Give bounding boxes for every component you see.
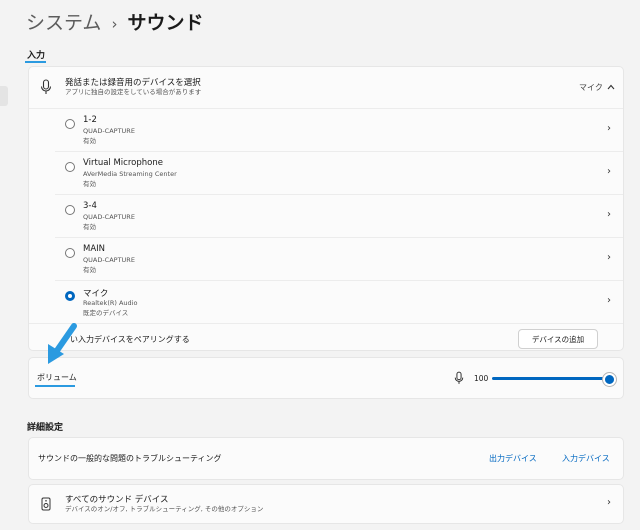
all-sound-devices-subtitle: デバイスのオン/オフ, トラブルシューティング, その他のオプション: [65, 505, 264, 513]
troubleshoot-output-link[interactable]: 出力デバイス: [489, 453, 537, 464]
annotation-arrow-icon: [48, 323, 77, 364]
advanced-section-title: 詳細設定: [27, 423, 64, 433]
device-row[interactable]: 1-2 QUAD-CAPTURE 有効 ›: [29, 109, 623, 152]
device-row[interactable]: Virtual Microphone AVerMedia Streaming Ce…: [29, 152, 623, 195]
device-select-header[interactable]: 発話または録音用のデバイスを選択 アプリに独自の設定をしている場合があります マ…: [29, 67, 623, 108]
device-source: Realtek(R) Audio: [83, 299, 138, 307]
device-select-current: マイク: [579, 83, 603, 92]
speaker-icon: [41, 497, 51, 511]
device-row[interactable]: 3-4 QUAD-CAPTURE 有効 ›: [29, 195, 623, 238]
microphone-icon[interactable]: [454, 371, 464, 385]
troubleshoot-input-link[interactable]: 入力デバイス: [562, 453, 610, 464]
chevron-right-icon: ›: [607, 295, 611, 306]
device-source: QUAD-CAPTURE: [83, 213, 135, 221]
chevron-right-icon: ›: [607, 166, 611, 177]
page-title: サウンド: [127, 12, 204, 34]
troubleshoot-text: サウンドの一般的な問題のトラブルシューティング: [38, 454, 222, 463]
pair-device-text: い入力デバイスをペアリングする: [70, 335, 190, 344]
device-name: MAIN: [83, 244, 106, 254]
device-source: QUAD-CAPTURE: [83, 127, 135, 135]
volume-slider-thumb[interactable]: [603, 373, 616, 386]
device-name: 3-4: [83, 201, 97, 211]
device-radio[interactable]: [65, 205, 75, 215]
device-radio[interactable]: [65, 291, 75, 301]
divider: [29, 323, 623, 324]
input-device-card: 発話または録音用のデバイスを選択 アプリに独自の設定をしている場合があります マ…: [28, 66, 624, 351]
volume-label: ボリューム: [37, 373, 77, 382]
microphone-icon: [40, 79, 52, 94]
sidebar-edge: [0, 86, 8, 106]
device-radio[interactable]: [65, 119, 75, 129]
device-name: 1-2: [83, 115, 97, 125]
volume-slider[interactable]: [492, 373, 616, 386]
troubleshoot-card: サウンドの一般的な問題のトラブルシューティング 出力デバイス 入力デバイス: [28, 437, 624, 480]
all-sound-devices-card[interactable]: すべてのサウンド デバイス デバイスのオン/オフ, トラブルシューティング, そ…: [28, 484, 624, 524]
device-status: 有効: [83, 223, 96, 231]
device-status: 有効: [83, 137, 96, 145]
volume-card: ボリューム 100: [28, 357, 624, 399]
breadcrumb-separator: ›: [111, 15, 118, 33]
device-radio[interactable]: [65, 248, 75, 258]
volume-label-underline: [35, 385, 75, 387]
device-radio[interactable]: [65, 162, 75, 172]
volume-value: 100: [474, 374, 489, 383]
device-select-subtitle: アプリに独自の設定をしている場合があります: [65, 88, 202, 96]
device-row[interactable]: マイク Realtek(R) Audio 既定のデバイス ›: [29, 281, 623, 324]
breadcrumb-system[interactable]: システム: [26, 12, 101, 34]
add-device-button[interactable]: デバイスの追加: [518, 329, 598, 349]
device-source: AVerMedia Streaming Center: [83, 170, 177, 178]
volume-slider-fill: [492, 377, 607, 380]
input-title-underline: [25, 61, 46, 63]
device-status: 有効: [83, 180, 96, 188]
device-row[interactable]: MAIN QUAD-CAPTURE 有効 ›: [29, 238, 623, 281]
breadcrumb: システム › サウンド: [26, 8, 203, 35]
chevron-right-icon: ›: [607, 497, 611, 508]
chevron-right-icon: ›: [607, 252, 611, 263]
device-status: 既定のデバイス: [83, 309, 129, 317]
chevron-up-icon[interactable]: [607, 84, 615, 90]
chevron-right-icon: ›: [607, 123, 611, 134]
device-status: 有効: [83, 266, 96, 274]
device-source: QUAD-CAPTURE: [83, 256, 135, 264]
device-name: Virtual Microphone: [83, 158, 163, 168]
chevron-right-icon: ›: [607, 209, 611, 220]
input-section-title: 入力: [27, 51, 46, 61]
